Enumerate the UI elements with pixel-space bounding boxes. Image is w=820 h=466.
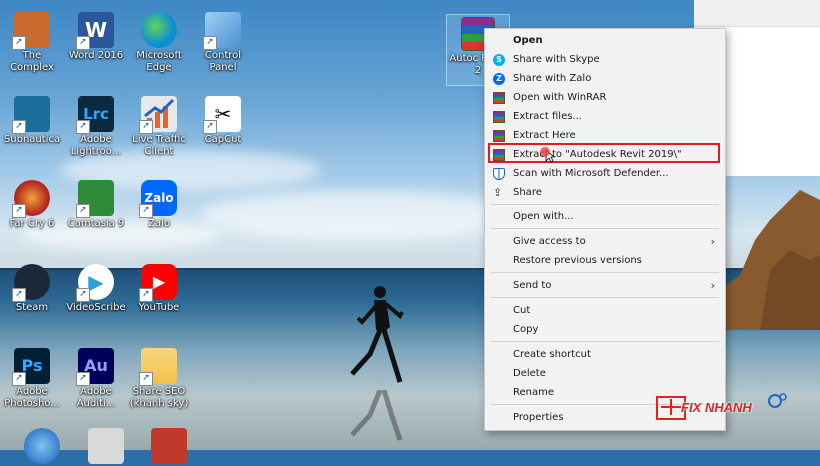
- subnautica-icon: ➚: [12, 96, 50, 134]
- menu-item-share[interactable]: ⇪ Share: [485, 184, 725, 202]
- live-traffic-icon: ➚: [139, 96, 177, 134]
- far-cry-icon: ➚: [12, 180, 50, 218]
- desktop-icon-word[interactable]: W ➚ Word 2016: [64, 12, 128, 62]
- desktop-icon-label: Microsoft Edge: [136, 50, 182, 73]
- desktop-icon-steam[interactable]: ➚ Steam: [0, 264, 64, 314]
- word-icon: W ➚: [76, 12, 114, 50]
- menu-item-open-with-winrar[interactable]: Open with WinRAR: [485, 89, 725, 107]
- desktop-icon-photoshop[interactable]: Ps ➚ Adobe Photosho...: [0, 348, 64, 410]
- zalo-small-icon: Z: [493, 73, 505, 85]
- winrar-icon: [493, 92, 505, 104]
- menu-item-give-access-to[interactable]: Give access to ›: [485, 233, 725, 251]
- winrar-icon: [493, 111, 505, 123]
- desktop-icon-lightroom[interactable]: Lrc ➚ Adobe Lightroo...: [64, 96, 128, 158]
- desktop-icon-the-complex[interactable]: ➚ The Complex: [0, 12, 64, 74]
- menu-separator: [491, 204, 719, 205]
- globe-icon: [24, 428, 60, 464]
- zalo-icon: Zalo ➚: [139, 180, 177, 218]
- videoscribe-icon: ▶ ➚: [76, 264, 114, 302]
- desktop-icon-zalo[interactable]: Zalo ➚ Zalo: [127, 180, 191, 230]
- menu-item-send-to[interactable]: Send to ›: [485, 277, 725, 295]
- youtube-icon: ▶ ➚: [139, 264, 177, 302]
- desktop-icon-partial[interactable]: [137, 428, 201, 466]
- desktop-icon-share-seo[interactable]: ➚ Share SEO (khanh sky): [127, 348, 191, 410]
- desktop-icon-label: YouTube: [138, 302, 180, 313]
- menu-item-share-with-zalo[interactable]: Z Share with Zalo: [485, 70, 725, 88]
- menu-item-delete[interactable]: Delete: [485, 365, 725, 383]
- desktop-icon-camtasia[interactable]: ➚ Camtasia 9: [64, 180, 128, 230]
- runner-silhouette: [350, 286, 404, 383]
- highlight-box: [488, 143, 720, 163]
- menu-separator: [491, 228, 719, 229]
- recycle-bin-icon: [88, 428, 124, 464]
- desktop-icon-label: Adobe Auditi...: [76, 386, 116, 409]
- desktop-icon-far-cry[interactable]: ➚ Far Cry 6: [0, 180, 64, 230]
- desktop-icon-label: Share SEO (khanh sky): [129, 386, 189, 409]
- desktop-icon-audition[interactable]: Au ➚ Adobe Auditi...: [64, 348, 128, 410]
- menu-item-share-with-skype[interactable]: S Share with Skype: [485, 51, 725, 69]
- desktop-icon-edge[interactable]: Microsoft Edge: [127, 12, 191, 74]
- edge-icon: [141, 12, 177, 48]
- control-panel-icon: ➚: [203, 12, 241, 50]
- desktop-icon-partial[interactable]: [10, 428, 74, 466]
- desktop-icon-videoscribe[interactable]: ▶ ➚ VideoScribe: [64, 264, 128, 314]
- chevron-right-icon: ›: [710, 279, 715, 292]
- fix-nhanh-logo: FIX NHANH: [655, 393, 790, 423]
- desktop-icon-label: Far Cry 6: [9, 218, 55, 229]
- camtasia-icon: ➚: [76, 180, 114, 218]
- share-icon: ⇪: [493, 186, 503, 199]
- desktop-icon-live-traffic[interactable]: ➚ Live Traffic Client: [127, 96, 191, 158]
- click-indicator: [540, 147, 550, 157]
- chevron-right-icon: ›: [710, 235, 715, 248]
- desktop-icon-label: Camtasia 9: [67, 218, 125, 229]
- desktop-icon-youtube[interactable]: ▶ ➚ YouTube: [127, 264, 191, 314]
- desktop-icon-label: Steam: [15, 302, 49, 313]
- desktop-icon-label: Adobe Lightroo...: [70, 134, 122, 157]
- desktop-icon-label: Word 2016: [68, 50, 124, 61]
- photoshop-icon: Ps ➚: [12, 348, 50, 386]
- menu-item-copy[interactable]: Copy: [485, 321, 725, 339]
- audition-icon: Au ➚: [76, 348, 114, 386]
- menu-item-open[interactable]: Open: [485, 32, 725, 50]
- desktop-icon-control-panel[interactable]: ➚ Control Panel: [191, 12, 255, 74]
- menu-item-open-with[interactable]: Open with...: [485, 208, 725, 226]
- fix-nhanh-text: FIX NHANH: [681, 400, 752, 415]
- desktop-icon-label: Subnautica: [3, 134, 61, 145]
- desktop-icon-capcut[interactable]: ✂ ➚ CapCut: [191, 96, 255, 146]
- capcut-icon: ✂ ➚: [203, 96, 241, 134]
- desktop-icon-label: VideoScribe: [66, 302, 126, 313]
- desktop-icon-label: The Complex: [10, 50, 54, 73]
- menu-item-create-shortcut[interactable]: Create shortcut: [485, 346, 725, 364]
- folder-icon: ➚: [139, 348, 177, 386]
- desktop-icon-label: Adobe Photosho...: [4, 386, 60, 409]
- desktop-icon-label: Live Traffic Client: [132, 134, 186, 157]
- menu-separator: [491, 341, 719, 342]
- winrar-icon: [493, 130, 505, 142]
- skype-icon: S: [493, 54, 505, 66]
- the-complex-icon: ➚: [12, 12, 50, 50]
- menu-item-extract-files[interactable]: Extract files...: [485, 108, 725, 126]
- desktop-icon-label: Control Panel: [204, 50, 242, 73]
- desktop-icon-label: CapCut: [204, 134, 242, 145]
- menu-item-scan-with-defender[interactable]: Scan with Microsoft Defender...: [485, 165, 725, 183]
- desktop-icon-partial[interactable]: [74, 428, 138, 466]
- menu-separator: [491, 297, 719, 298]
- lightroom-icon: Lrc ➚: [76, 96, 114, 134]
- desktop-icon-label: Zalo: [148, 218, 170, 229]
- steam-icon: ➚: [12, 264, 50, 302]
- menu-separator: [491, 272, 719, 273]
- menu-item-restore-previous-versions[interactable]: Restore previous versions: [485, 252, 725, 270]
- menu-item-cut[interactable]: Cut: [485, 302, 725, 320]
- app-icon: [151, 428, 187, 464]
- defender-icon: [493, 168, 505, 180]
- context-menu: Open S Share with Skype Z Share with Zal…: [484, 28, 726, 431]
- desktop-icon-subnautica[interactable]: ➚ Subnautica: [0, 96, 64, 146]
